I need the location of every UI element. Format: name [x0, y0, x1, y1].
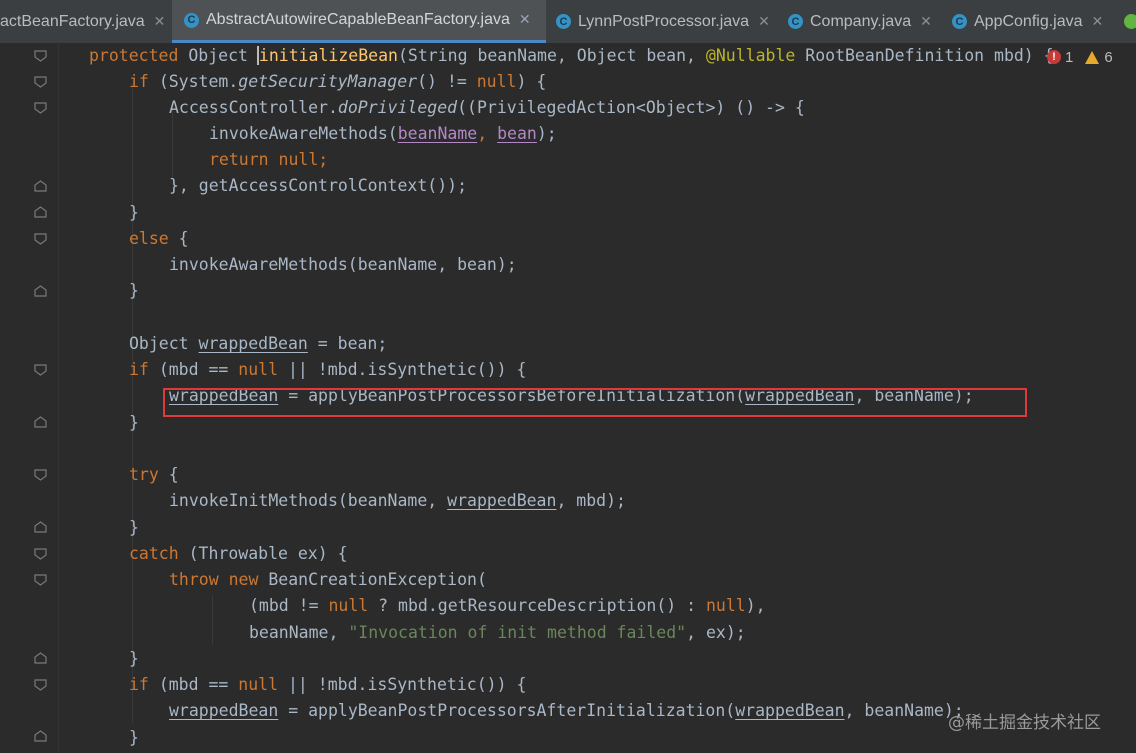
code-line-11: Object wrappedBean = bean;: [129, 334, 388, 353]
close-icon[interactable]: ✕: [1092, 14, 1104, 30]
warning-icon: [1085, 50, 1100, 64]
tab-label: actBeanFactory.java: [0, 12, 145, 30]
tab-overflow[interactable]: [1118, 0, 1136, 43]
warning-count: 6: [1104, 48, 1113, 66]
close-icon[interactable]: ✕: [154, 14, 166, 30]
code-line-17: }: [129, 518, 139, 537]
code-line-19: throw new BeanCreationException(: [169, 570, 487, 589]
tab-label: AppConfig.java: [974, 12, 1083, 30]
code-line-1: protected Object initializeBean(String b…: [89, 46, 1054, 65]
code-line-21: beanName, "Invocation of init method fai…: [249, 623, 746, 642]
highlight-box: [163, 388, 1027, 417]
code-line-24: wrappedBean = applyBeanPostProcessorsAft…: [169, 701, 964, 720]
close-icon[interactable]: ✕: [519, 12, 531, 28]
code-line-6: }, getAccessControlContext());: [169, 176, 468, 195]
code-line-18: catch (Throwable ex) {: [129, 544, 348, 563]
code-line-7: }: [129, 203, 139, 222]
code-line-25: }: [129, 728, 139, 747]
abstract-class-icon: C: [184, 12, 199, 28]
watermark: @稀土掘金技术社区: [948, 713, 1101, 733]
code-line-3: AccessController.doPrivileged((Privilege…: [169, 98, 805, 117]
code-line-15: try {: [129, 465, 179, 484]
config-class-icon: [1124, 14, 1136, 29]
class-icon: C: [788, 14, 803, 29]
code-line-10: }: [129, 281, 139, 300]
code-line-16: invokeInitMethods(beanName, wrappedBean,…: [169, 491, 626, 510]
code-line-12: if (mbd == null || !mbd.isSynthetic()) {: [129, 360, 527, 379]
code-line-4: invokeAwareMethods(beanName, bean);: [209, 124, 557, 143]
error-count: 1: [1065, 48, 1074, 66]
tab-label: AbstractAutowireCapableBeanFactory.java: [206, 11, 510, 28]
tab-abstract-bean-factory[interactable]: actBeanFactory.java ✕: [0, 0, 172, 43]
class-icon: C: [556, 14, 571, 29]
close-icon[interactable]: ✕: [758, 14, 770, 30]
tab-abstract-autowire-capable-bean-factory[interactable]: C AbstractAutowireCapableBeanFactory.jav…: [172, 0, 546, 43]
editor-tab-bar: actBeanFactory.java ✕ C AbstractAutowire…: [0, 0, 1136, 44]
inspection-widget[interactable]: ! 1 6: [1047, 48, 1113, 66]
indent-guide: [132, 83, 133, 723]
tab-label: Company.java: [810, 12, 912, 30]
close-icon[interactable]: ✕: [920, 14, 932, 30]
code-line-22: }: [129, 649, 139, 668]
code-line-20: (mbd != null ? mbd.getResourceDescriptio…: [249, 596, 766, 615]
code-line-5: return null;: [209, 150, 329, 169]
code-line-8: else {: [129, 229, 189, 248]
tab-label: LynnPostProcessor.java: [578, 12, 750, 30]
method-name: initializeBean: [258, 46, 398, 65]
tab-app-config[interactable]: C AppConfig.java ✕: [944, 0, 1116, 43]
code-line-23: if (mbd == null || !mbd.isSynthetic()) {: [129, 675, 527, 694]
code-line-2: if (System.getSecurityManager() != null)…: [129, 72, 547, 91]
code-line-14: }: [129, 413, 139, 432]
tab-company[interactable]: C Company.java ✕: [780, 0, 944, 43]
class-icon: C: [952, 14, 967, 29]
tab-lynn-post-processor[interactable]: C LynnPostProcessor.java ✕: [546, 0, 780, 43]
indent-guide: [212, 595, 213, 645]
error-icon: !: [1047, 50, 1061, 64]
code-line-9: invokeAwareMethods(beanName, bean);: [169, 255, 517, 274]
